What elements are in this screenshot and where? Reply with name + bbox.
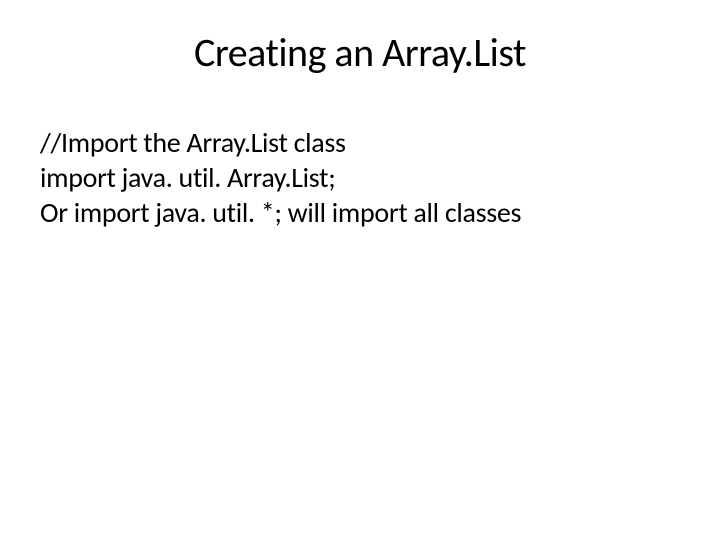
body-line-1: //Import the Array.List class bbox=[40, 125, 680, 160]
body-line-2: import java. util. Array.List; bbox=[40, 160, 680, 195]
slide-container: Creating an Array.List //Import the Arra… bbox=[0, 0, 720, 540]
slide-body: //Import the Array.List class import jav… bbox=[40, 125, 680, 230]
body-line-3: Or import java. util. *; will import all… bbox=[40, 195, 680, 230]
slide-title: Creating an Array.List bbox=[40, 28, 680, 77]
